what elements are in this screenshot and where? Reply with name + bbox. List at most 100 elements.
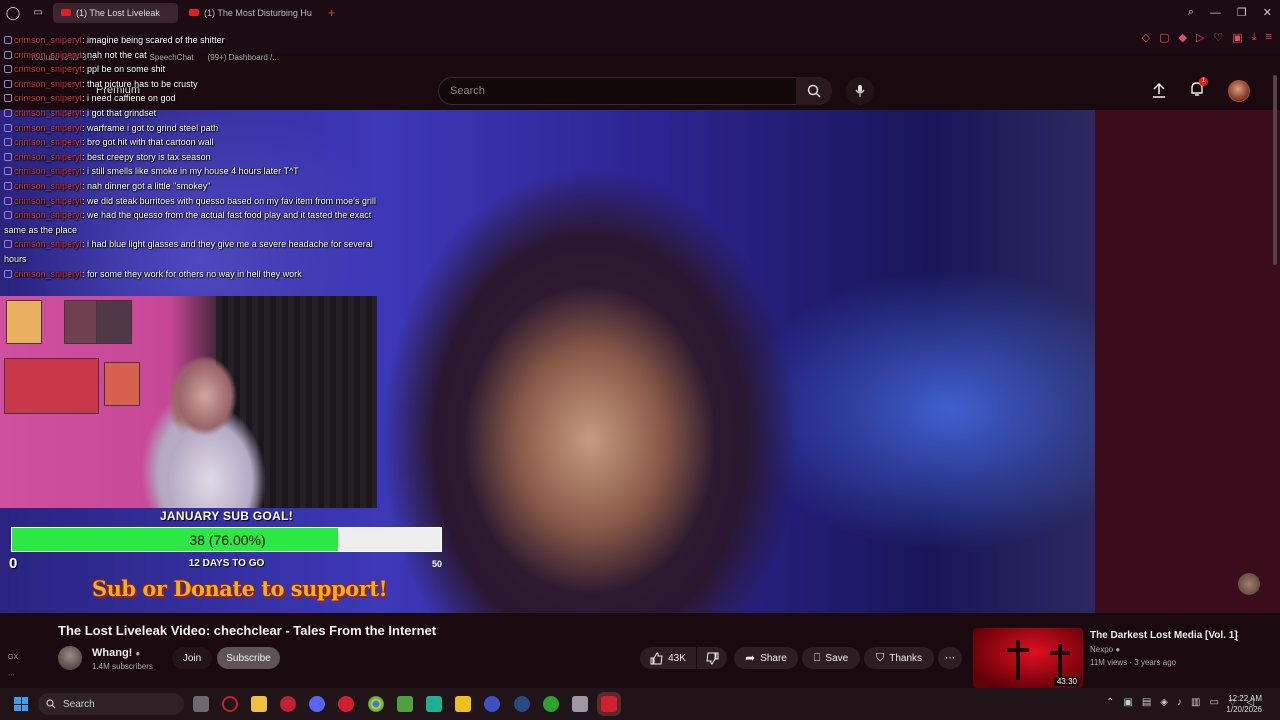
chat-text: bro got hit with that cartoon wall <box>87 137 214 148</box>
voice-search-button[interactable] <box>846 77 874 105</box>
taskbar-search-label: Search <box>63 698 95 710</box>
creative-cloud-active-icon[interactable] <box>601 696 617 712</box>
search-button[interactable] <box>796 77 832 105</box>
app-icon[interactable] <box>455 696 471 712</box>
shield-icon[interactable]: ◆ <box>1178 31 1186 44</box>
account-avatar[interactable] <box>1228 80 1250 102</box>
taskbar-search[interactable]: Search <box>38 693 184 715</box>
video-title: The Lost Liveleak Video: chechclear - Ta… <box>58 623 437 638</box>
windows-taskbar: Search ⌃ ▣ ▤ ◈ ♪ ▥ ▭ ⌔ ◁ 12:22 AM 1/20/2… <box>0 688 1280 720</box>
chrome-icon[interactable] <box>368 696 384 712</box>
sub-goal-progress-text: 38 (76.00%) <box>189 532 266 548</box>
recommended-video-channel[interactable]: Nexpo ● <box>1090 645 1120 654</box>
chat-text: for some they work for others no way in … <box>87 268 302 279</box>
cross-shape <box>1058 644 1062 680</box>
chat-username: crimson_sniperyt <box>14 137 83 148</box>
notifications-button[interactable]: 1 <box>1190 76 1208 102</box>
tray-app-icon[interactable]: ▤ <box>1142 697 1151 710</box>
tab-lost-liveleak[interactable]: (1) The Lost Liveleak <box>53 2 178 23</box>
rail-icon[interactable]: ⋯ <box>8 671 18 679</box>
steam-icon[interactable] <box>514 696 530 712</box>
tray-app-icon[interactable]: ◈ <box>1160 697 1168 710</box>
browser-tab-bar: ◯ ▭ (1) The Lost Liveleak (1) The Most D… <box>0 0 1280 25</box>
workspaces-icon[interactable]: ▭ <box>26 0 50 25</box>
close-icon[interactable]: ✕ <box>1263 6 1272 19</box>
dislike-button[interactable] <box>697 647 727 669</box>
recommended-more-icon[interactable]: ⋮ <box>1231 629 1243 643</box>
subscribe-button[interactable]: Subscribe <box>217 647 280 669</box>
clock[interactable]: 12:22 AM 1/20/2026 <box>1226 693 1262 715</box>
tab-most-disturbing[interactable]: (1) The Most Disturbing Hu <box>181 3 320 23</box>
app-icon[interactable] <box>426 696 442 712</box>
wallet-icon[interactable]: ▣ <box>1232 31 1242 44</box>
chat-text: i need caffiene on god <box>87 93 176 104</box>
microphone-icon[interactable]: ♪ <box>1177 697 1182 710</box>
share-button[interactable]: ➦ Share <box>734 647 798 669</box>
like-button[interactable]: 43K <box>640 647 696 669</box>
xbox-icon[interactable] <box>543 696 559 712</box>
heart-icon[interactable]: ♡ <box>1213 31 1223 44</box>
upload-icon[interactable] <box>1152 83 1166 99</box>
channel-avatar[interactable] <box>58 646 82 670</box>
display-icon[interactable]: ▭ <box>1209 697 1218 710</box>
search-icon[interactable]: ⌕ <box>1188 6 1194 19</box>
restore-icon[interactable]: ❐ <box>1237 6 1247 19</box>
task-view-icon[interactable] <box>193 696 209 712</box>
subscriber-badge-icon <box>4 65 12 74</box>
download-icon[interactable]: ⤓ <box>1252 31 1257 44</box>
sidebar-rail: GX ⋯ <box>8 654 18 679</box>
search-icon <box>46 699 56 709</box>
chat-message: crimson_sniperyt: for some they work for… <box>4 267 376 282</box>
header-actions: 1 <box>1152 76 1250 102</box>
opera-gx-taskbar-icon[interactable] <box>222 696 238 712</box>
chat-username: crimson_sniperyt <box>14 268 83 279</box>
clock-time: 12:22 AM <box>1228 694 1262 703</box>
chat-username: crimson_sniperyt <box>14 64 83 75</box>
chevron-up-icon[interactable]: ⌃ <box>1106 697 1114 710</box>
thanks-button[interactable]: ⛉ Thanks <box>864 647 934 669</box>
browser-logo-icon[interactable]: ◯ <box>0 0 26 25</box>
youtube-icon <box>189 9 199 16</box>
chat-message: crimson_sniperyt: best creepy story is t… <box>4 150 376 165</box>
app-icon[interactable] <box>572 696 588 712</box>
subscriber-badge-icon <box>4 181 12 190</box>
page-scrollbar[interactable] <box>1273 75 1277 265</box>
search-input[interactable]: Search <box>438 77 832 105</box>
thanks-label: Thanks <box>889 652 923 664</box>
file-explorer-icon[interactable] <box>251 696 267 712</box>
recommended-video-title[interactable]: The Darkest Lost Media [Vol. 1] <box>1090 630 1238 641</box>
bookmark-icon[interactable]: ◇ <box>1142 31 1150 44</box>
subscriber-badge-icon <box>4 108 12 117</box>
more-actions-button[interactable]: ⋯ <box>938 647 962 669</box>
cross-shape <box>1007 648 1029 652</box>
channel-name[interactable]: Whang! ● <box>92 647 140 659</box>
subscriber-badge-icon <box>4 211 12 220</box>
play-icon[interactable]: ▷ <box>1196 31 1204 44</box>
new-tab-button[interactable]: + <box>328 5 336 20</box>
chat-username: crimson_sniperyt <box>14 107 83 118</box>
notification-badge: 1 <box>1199 76 1208 86</box>
chat-text: that picture has to be crusty <box>87 78 198 89</box>
discord-icon[interactable] <box>309 696 325 712</box>
chat-username: crimson_sniperyt <box>14 93 83 104</box>
minecraft-icon[interactable] <box>397 696 413 712</box>
join-button[interactable]: Join <box>172 647 212 669</box>
menu-icon[interactable]: ≡ <box>1266 31 1272 44</box>
subscriber-badge-icon <box>4 50 12 59</box>
chat-username: crimson_sniperyt <box>14 78 83 89</box>
recommended-video-thumbnail[interactable]: 43:30 <box>973 628 1083 688</box>
save-button[interactable]: ⎕ Save <box>802 647 860 669</box>
rail-icon[interactable]: GX <box>8 654 18 661</box>
app-icon[interactable] <box>280 696 296 712</box>
tray-app-icon[interactable]: ▥ <box>1191 697 1200 710</box>
tray-app-icon[interactable]: ▣ <box>1123 697 1132 710</box>
snapshot-icon[interactable]: ▢ <box>1159 31 1169 44</box>
extension-icons: ◇ ▢ ◆ ▷ ♡ ▣ ⤓ ≡ <box>1142 31 1272 44</box>
screen: ◯ ▭ (1) The Lost Liveleak (1) The Most D… <box>0 0 1280 720</box>
windows-start-icon[interactable] <box>14 697 28 711</box>
verified-icon: ● <box>1115 645 1121 654</box>
clock-date: 1/20/2026 <box>1226 705 1262 714</box>
creative-cloud-icon[interactable] <box>338 696 354 712</box>
minimize-icon[interactable]: — <box>1210 7 1221 19</box>
app-icon[interactable] <box>484 696 500 712</box>
